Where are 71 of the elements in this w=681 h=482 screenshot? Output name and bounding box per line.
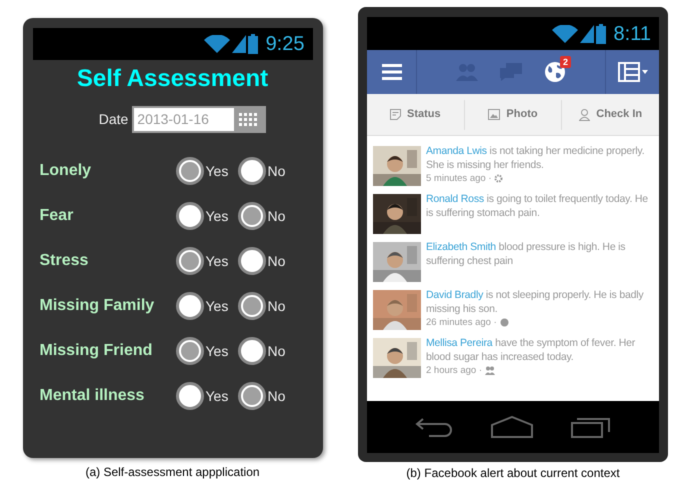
- tab-button[interactable]: Photo: [506, 106, 538, 123]
- tab-button[interactable]: Check In: [596, 106, 642, 123]
- wifi-icon: [204, 35, 230, 53]
- note-icon: [390, 109, 402, 120]
- clock-time: 8:11: [614, 22, 651, 46]
- profile-link[interactable]: Ronald Ross: [426, 193, 484, 205]
- home-icon[interactable]: [491, 416, 533, 438]
- back-icon[interactable]: [415, 417, 453, 437]
- post-text: David Bradly is not sleeping properly. He is badly missing his son.: [426, 288, 644, 316]
- option-label: No: [268, 296, 286, 316]
- profile-link[interactable]: Amanda Lwis: [426, 145, 487, 157]
- option-label: Yes: [206, 342, 230, 360]
- wifi-icon: [552, 24, 578, 42]
- profile-link[interactable]: Elizabeth Smith: [426, 241, 496, 253]
- option-label: Yes: [206, 206, 230, 226]
- caption: (b) Facebook alert about current context: [406, 465, 620, 482]
- post-text: Elizabeth Smith blood pressure is high. He is suffering chest pain: [426, 240, 626, 268]
- recent-apps-icon[interactable]: [571, 416, 611, 438]
- gear-icon: [494, 174, 504, 183]
- post-text: Amanda Lwis is not taking her medicine properly. She is missing her friends.: [426, 144, 646, 172]
- option-label: No: [268, 206, 286, 226]
- option-label: Yes: [206, 386, 230, 406]
- signal-icon: [580, 24, 594, 42]
- signal-icon: [232, 35, 246, 53]
- option-label: No: [268, 162, 286, 180]
- question-label: Mental illness: [38, 386, 146, 406]
- feed-menu-icon[interactable]: [618, 62, 648, 82]
- radio-button[interactable]: [238, 157, 266, 185]
- radio-button[interactable]: [238, 382, 266, 410]
- question-label: Missing Family: [38, 296, 156, 316]
- question-label: Missing Friend: [38, 341, 154, 361]
- option-label: No: [268, 252, 286, 270]
- option-label: Yes: [206, 252, 230, 270]
- timestamp: 5 minutes ago ·: [426, 172, 492, 185]
- person-icon: [579, 108, 590, 120]
- notification-badge: 2: [560, 56, 571, 68]
- radio-button[interactable]: [176, 337, 204, 365]
- radio-button[interactable]: [176, 292, 204, 320]
- friends-icon: [484, 366, 495, 375]
- field-label: Date: [98, 110, 128, 129]
- radio-button[interactable]: [238, 202, 266, 230]
- radio-button[interactable]: [176, 157, 204, 185]
- option-label: Yes: [206, 162, 230, 180]
- post-text: Ronald Ross is going to toilet frequently today. He is suffering stomach pain.: [426, 192, 649, 220]
- caption: (a) Self-assessment appplication: [85, 464, 260, 481]
- radio-button[interactable]: [176, 247, 204, 275]
- profile-link[interactable]: Mellisa Pereira: [426, 337, 492, 349]
- date-field[interactable]: 2013-01-16: [132, 106, 266, 133]
- question-label: Lonely: [38, 161, 92, 181]
- battery-icon: [248, 34, 258, 54]
- timestamp: 2 hours ago ·: [426, 364, 482, 377]
- profile-link[interactable]: David Bradly: [426, 289, 484, 301]
- menu-icon[interactable]: [382, 64, 402, 80]
- clock-time: 9:25: [266, 32, 304, 57]
- tab-button[interactable]: Status: [407, 106, 441, 123]
- question-label: Fear: [38, 206, 74, 226]
- radio-button[interactable]: [238, 247, 266, 275]
- option-label: No: [268, 342, 286, 360]
- battery-icon: [596, 24, 606, 44]
- option-label: No: [268, 386, 286, 406]
- question-label: Stress: [38, 251, 90, 271]
- post-text: Mellisa Pereira have the symptom of fever. Her blood sugar has increased today.: [426, 336, 636, 364]
- radio-button[interactable]: [176, 202, 204, 230]
- option-label: Yes: [206, 296, 230, 316]
- radio-button[interactable]: [238, 292, 266, 320]
- timestamp: 26 minutes ago ·: [426, 316, 497, 329]
- calendar-icon: [239, 112, 260, 126]
- image-icon: [488, 109, 500, 120]
- screen-title: Self Assessment: [76, 64, 268, 94]
- radio-button[interactable]: [176, 382, 204, 410]
- radio-button[interactable]: [238, 337, 266, 365]
